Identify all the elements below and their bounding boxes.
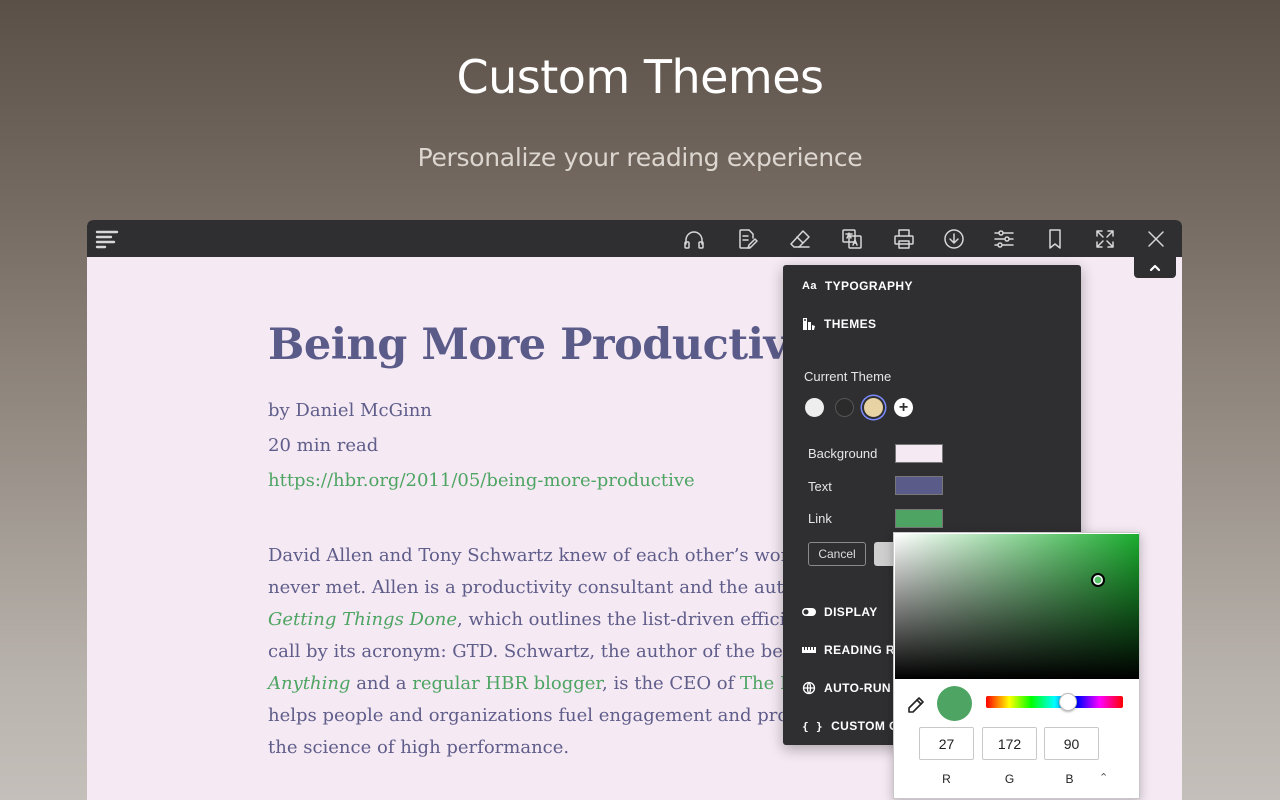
saturation-value-handle[interactable] — [1090, 573, 1105, 588]
text-color-swatch[interactable] — [895, 476, 943, 495]
blue-input[interactable] — [1044, 727, 1099, 760]
theme-swatch-dark[interactable] — [835, 398, 854, 417]
background-label: Background — [808, 446, 878, 461]
collapse-toolbar-button[interactable] — [1134, 257, 1176, 278]
section-display-label: DISPLAY — [824, 605, 878, 619]
section-reading-ruler[interactable]: READING RU — [802, 643, 904, 657]
ruler-icon — [802, 643, 816, 657]
hero-title: Custom Themes — [456, 50, 824, 104]
section-themes[interactable]: THEMES — [802, 317, 876, 331]
download-icon[interactable] — [940, 225, 968, 253]
section-reading-ruler-label: READING RU — [824, 643, 905, 657]
typography-icon: Aa — [802, 280, 817, 292]
body-line: the science of high performance. — [268, 737, 570, 758]
menu-icon[interactable] — [93, 225, 121, 253]
body-line: , which outlines the list-driven efficie… — [457, 609, 808, 630]
add-theme-icon[interactable]: + — [894, 398, 913, 417]
article-source-link[interactable]: https://hbr.org/2011/05/being-more-produ… — [268, 470, 695, 491]
edit-icon[interactable] — [733, 225, 761, 253]
hero-subtitle: Personalize your reading experience — [417, 143, 863, 172]
globe-icon — [802, 681, 816, 695]
code-braces-icon: { } — [802, 719, 824, 733]
background-color-swatch[interactable] — [895, 444, 943, 463]
hue-slider[interactable] — [986, 693, 1123, 711]
current-theme-label: Current Theme — [804, 369, 892, 384]
section-auto-run-label: AUTO-RUN — [824, 681, 891, 695]
section-typography-label: TYPOGRAPHY — [824, 279, 913, 293]
blogger-link[interactable]: regular HBR blogger — [412, 673, 602, 694]
section-auto-run[interactable]: AUTO-RUN — [802, 681, 891, 695]
translate-icon[interactable] — [838, 225, 866, 253]
sliders-icon[interactable] — [990, 225, 1018, 253]
green-input[interactable] — [982, 727, 1037, 760]
eraser-icon[interactable] — [786, 225, 814, 253]
section-themes-label: THEMES — [824, 317, 877, 331]
palette-icon — [802, 317, 816, 331]
cancel-button[interactable]: Cancel — [808, 542, 866, 566]
hue-slider-handle[interactable] — [1059, 693, 1078, 711]
section-typography[interactable]: Aa TYPOGRAPHY — [802, 279, 913, 293]
red-label: R — [942, 772, 951, 786]
body-line: , is the CEO of — [602, 673, 741, 694]
reader-toolbar — [87, 220, 1182, 257]
theme-swatch-sepia[interactable] — [864, 398, 883, 417]
bookmark-icon[interactable] — [1041, 225, 1069, 253]
color-mode-toggle[interactable]: ⌃ — [1099, 771, 1108, 784]
body-line: David Allen and Tony Schwartz knew of ea… — [268, 545, 790, 566]
text-color-label: Text — [808, 479, 832, 494]
eyedropper-icon[interactable] — [906, 695, 926, 715]
red-input[interactable] — [919, 727, 974, 760]
toggle-icon — [802, 605, 816, 619]
print-icon[interactable] — [890, 225, 918, 253]
blue-label: B — [1065, 772, 1074, 786]
body-line: call by its acronym: GTD. Schwartz, the … — [268, 641, 793, 662]
close-icon[interactable] — [1142, 225, 1170, 253]
chevron-up-icon — [1149, 264, 1161, 271]
theme-swatch-light[interactable] — [805, 398, 824, 417]
book-link-anything[interactable]: Anything — [268, 673, 350, 694]
color-picker: R G B ⌃ — [893, 532, 1140, 799]
section-custom-css[interactable]: { } CUSTOM CS — [802, 719, 906, 733]
headphones-icon[interactable] — [680, 225, 708, 253]
link-color-label: Link — [808, 511, 832, 526]
body-line: never met. Allen is a productivity consu… — [268, 577, 784, 598]
book-link-getting-things-done[interactable]: Getting Things Done — [268, 609, 457, 630]
body-line: helps people and organizations fuel enga… — [268, 705, 789, 726]
section-display[interactable]: DISPLAY — [802, 605, 878, 619]
fullscreen-icon[interactable] — [1091, 225, 1119, 253]
saturation-value-area[interactable] — [895, 534, 1139, 679]
body-line: and a — [350, 673, 413, 694]
link-color-swatch[interactable] — [895, 509, 943, 528]
green-label: G — [1004, 772, 1015, 786]
color-preview — [937, 686, 972, 721]
